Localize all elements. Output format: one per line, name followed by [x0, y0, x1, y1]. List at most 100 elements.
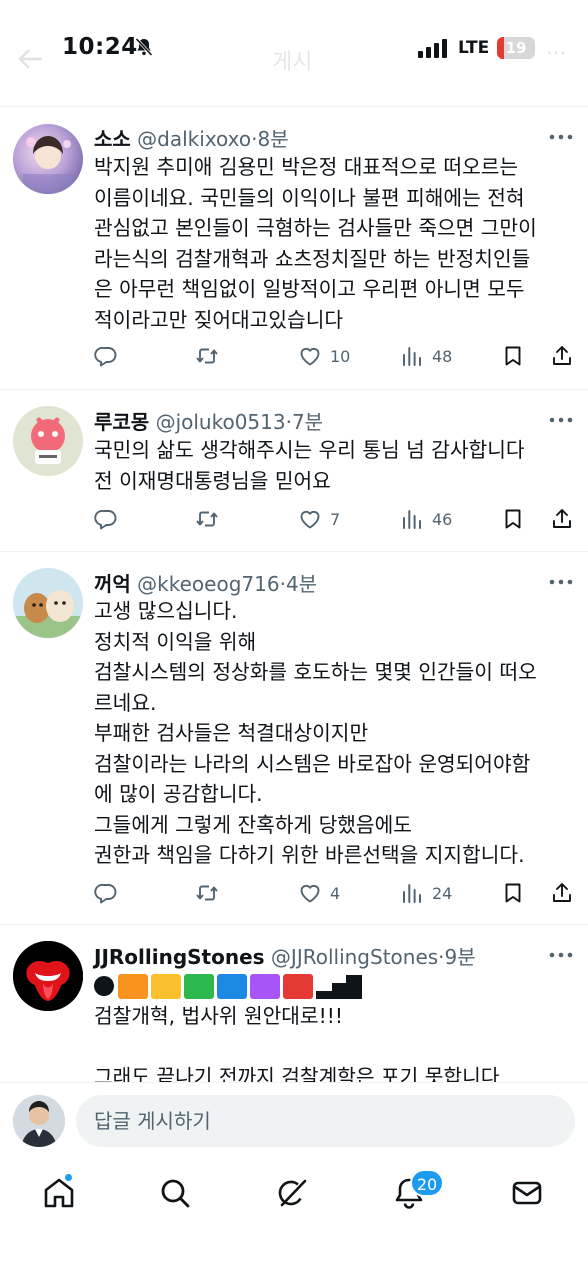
retweet-button[interactable] [195, 341, 227, 371]
like-count: 4 [330, 883, 341, 903]
retweet-icon [196, 885, 218, 901]
more-options-icon[interactable] [548, 416, 574, 424]
reply-bar: 답글 게시하기 [0, 1082, 588, 1160]
like-count: 10 [330, 346, 351, 366]
reply-tweet[interactable]: 꺼억 @kkeoeog716·4분 고생 많으십니다. 정치적 이익을 위해 검… [0, 552, 588, 924]
reply-tweet[interactable]: JJRollingStones @JJRollingStones·9분 검찰개혁… [0, 925, 588, 1082]
display-name[interactable]: 소소 [94, 127, 131, 151]
orange-square-emoji [118, 973, 148, 999]
reply-tweet[interactable]: 소소 @dalkixoxo·8분 박지원 추미애 김용민 박은정 대표적으로 떠… [0, 107, 588, 389]
views-button[interactable]: 24 [400, 878, 452, 908]
avatar[interactable] [13, 941, 83, 1011]
share-icon [553, 883, 571, 902]
heart-icon [300, 510, 320, 529]
user-handle[interactable]: @JJRollingStones [271, 945, 438, 969]
user-handle[interactable]: @joluko0513 [156, 410, 286, 434]
clock: 10:24 [62, 34, 138, 60]
user-handle[interactable]: @dalkixoxo [137, 127, 251, 151]
nav-messages[interactable] [510, 1176, 546, 1212]
views-button[interactable]: 48 [400, 341, 452, 371]
share-icon [553, 346, 571, 365]
my-avatar[interactable] [13, 1095, 65, 1147]
views-button[interactable]: 46 [400, 504, 452, 534]
avatar[interactable] [13, 406, 83, 476]
like-count: 7 [330, 509, 341, 529]
views-icon [403, 510, 421, 529]
bookmark-icon [505, 883, 521, 903]
battery-icon: 19 [497, 37, 535, 59]
avatar[interactable] [13, 568, 83, 638]
share-button[interactable] [550, 341, 574, 371]
timestamp[interactable]: 9분 [445, 945, 476, 969]
blue-square-emoji [217, 973, 247, 999]
retweet-icon [196, 348, 218, 364]
reply-button[interactable] [94, 341, 126, 371]
header-title: 게시 [272, 50, 313, 75]
tweet-header: 루코몽 @joluko0513·7분 [94, 406, 323, 435]
timestamp[interactable]: 8분 [257, 127, 288, 151]
emoji-row [94, 971, 362, 1001]
nav-home[interactable] [42, 1176, 78, 1212]
search-icon [161, 1179, 190, 1208]
status-bar: 게시 ⋯ 10:24 LTE 19 [0, 0, 588, 100]
views-icon [403, 884, 421, 903]
display-name[interactable]: 루코몽 [94, 410, 149, 434]
bottom-navigation: 20 [0, 1160, 588, 1280]
reply-button[interactable] [94, 504, 126, 534]
tweet-text: 검찰개혁, 법사위 원안대로!!! 그래도 끝나기 전까지 검찰계학은 포기 못… [94, 1004, 500, 1082]
retweet-button[interactable] [195, 878, 227, 908]
user-handle[interactable]: @kkeoeog716 [137, 572, 279, 596]
tweet-actions: 7 46 [94, 504, 578, 534]
bookmark-button[interactable] [501, 341, 525, 371]
like-button[interactable]: 7 [298, 504, 340, 534]
display-name[interactable]: 꺼억 [94, 572, 131, 596]
bookmark-icon [505, 509, 521, 529]
messages-icon [512, 1181, 542, 1205]
views-count: 24 [432, 883, 453, 903]
display-name[interactable]: JJRollingStones [94, 945, 265, 969]
reply-icon [94, 510, 117, 530]
tweet-header: JJRollingStones @JJRollingStones·9분 [94, 941, 476, 970]
tweet-text: 고생 많으십니다. 정치적 이익을 위해 검찰시스템의 정상화를 호도하는 몇몇… [94, 599, 537, 867]
retweet-button[interactable] [195, 504, 227, 534]
avatar[interactable] [13, 124, 83, 194]
retweet-icon [196, 511, 218, 527]
tweet-text: 국민의 삶도 생각해주시는 우리 통님 넘 감사합니다 전 이재명대통령님을 믿… [94, 438, 525, 493]
home-unread-dot [64, 1173, 73, 1182]
back-arrow-icon[interactable] [18, 48, 44, 70]
battery-level: 19 [505, 39, 527, 57]
reply-tweet[interactable]: 루코몽 @joluko0513·7분 국민의 삶도 생각해주시는 우리 통님 넘… [0, 390, 588, 551]
more-options-icon[interactable] [548, 951, 574, 959]
black-circle-emoji [94, 976, 114, 996]
like-button[interactable]: 4 [298, 878, 340, 908]
tweet-header: 꺼억 @kkeoeog716·4분 [94, 568, 317, 597]
green-square-emoji [184, 973, 214, 999]
views-icon [403, 347, 421, 366]
reply-button[interactable] [94, 878, 126, 908]
timestamp[interactable]: 7분 [292, 410, 323, 434]
red-square-emoji [283, 973, 313, 999]
nav-grok[interactable] [275, 1176, 311, 1212]
nav-search[interactable] [158, 1176, 194, 1212]
bookmark-icon [505, 346, 521, 366]
share-button[interactable] [550, 504, 574, 534]
silent-bell-icon [135, 37, 153, 57]
reply-icon [94, 347, 117, 367]
tweet-actions: 10 48 [94, 341, 578, 371]
views-count: 46 [432, 509, 453, 529]
tweet-header: 소소 @dalkixoxo·8분 [94, 123, 289, 152]
notification-badge: 20 [410, 1169, 444, 1197]
tweet-actions: 4 24 [94, 878, 578, 908]
timestamp[interactable]: 4분 [286, 572, 317, 596]
share-button[interactable] [550, 878, 574, 908]
bookmark-button[interactable] [501, 504, 525, 534]
reply-input[interactable]: 답글 게시하기 [76, 1095, 575, 1147]
like-button[interactable]: 10 [298, 341, 350, 371]
more-options-icon[interactable] [548, 133, 574, 141]
more-options-icon[interactable] [548, 578, 574, 586]
bookmark-button[interactable] [501, 878, 525, 908]
tweet-text: 박지원 추미애 김용민 박은정 대표적으로 떠오르는 이름이네요. 국민들의 이… [94, 155, 537, 332]
network-type: LTE [458, 38, 490, 58]
header-more-icon: ⋯ [546, 40, 566, 64]
heart-icon [300, 347, 320, 366]
